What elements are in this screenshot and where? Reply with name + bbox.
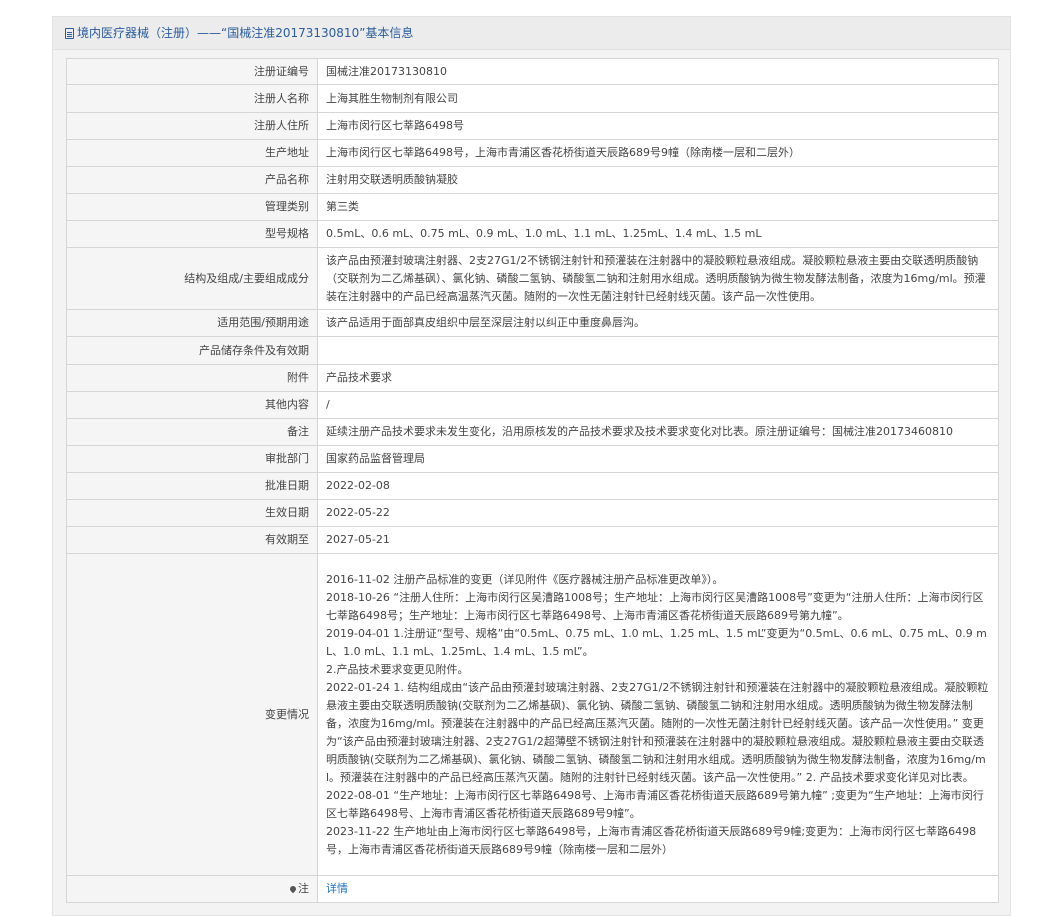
table-row: 附件 产品技术要求 <box>66 364 999 392</box>
row-label: 备注 <box>66 418 318 446</box>
row-value: 延续注册产品技术要求未发生变化，沿用原核发的产品技术要求及技术要求变化对比表。原… <box>317 418 999 446</box>
change-history-entry: 2019-04-01 1.注册证“型号、规格”由“0.5mL、0.75 mL、1… <box>326 626 987 658</box>
table-row: 型号规格 0.5mL、0.6 mL、0.75 mL、0.9 mL、1.0 mL、1… <box>66 220 999 248</box>
row-label: 管理类别 <box>66 193 318 221</box>
table-row: 备注 延续注册产品技术要求未发生变化，沿用原核发的产品技术要求及技术要求变化对比表… <box>66 418 999 446</box>
row-value: 0.5mL、0.6 mL、0.75 mL、0.9 mL、1.0 mL、1.1 m… <box>317 220 999 248</box>
info-table: 注册证编号 国械注准20173130810 注册人名称 上海其胜生物制剂有限公司 注册人… <box>66 58 999 903</box>
table-row: 有效期至 2027-05-21 <box>66 526 999 554</box>
table-row: 注册人住所 上海市闵行区七莘路6498号 <box>66 112 999 140</box>
table-row: 生产地址 上海市闵行区七莘路6498号，上海市青浦区香花桥街道天辰路689号9幢（… <box>66 139 999 167</box>
row-value: 该产品适用于面部真皮组织中层至深层注射以纠正中重度鼻唇沟。 <box>317 309 999 337</box>
row-label: 有效期至 <box>66 526 318 554</box>
document-icon <box>65 27 74 39</box>
row-label: 注册证编号 <box>66 58 318 85</box>
row-value: 注射用交联透明质酸钠凝胶 <box>317 166 999 194</box>
row-label: 批准日期 <box>66 472 318 500</box>
row-value: 该产品由预灌封玻璃注射器、2支27G1/2不锈钢注射针和预灌装在注射器中的凝胶颗… <box>317 247 999 310</box>
row-label: 产品名称 <box>66 166 318 194</box>
row-value: 国家药品监督管理局 <box>317 445 999 473</box>
change-history-entry: 2016-11-02 注册产品标准的变更（详见附件《医疗器械注册产品标准更改单》… <box>326 572 724 586</box>
change-history: 2016-11-02 注册产品标准的变更（详见附件《医疗器械注册产品标准更改单》… <box>317 553 999 876</box>
row-label: 型号规格 <box>66 220 318 248</box>
table-row: 注册证编号 国械注准20173130810 <box>66 58 999 85</box>
row-value: 国械注准20173130810 <box>317 58 999 85</box>
location-pin-icon <box>288 884 298 894</box>
row-value: 上海其胜生物制剂有限公司 <box>317 84 999 113</box>
change-history-entry: 2022-08-01 “生产地址：上海市闵行区七莘路6498号、上海市青浦区香花… <box>326 788 984 820</box>
row-label: 适用范围/预期用途 <box>66 309 318 337</box>
table-row: 产品名称 注射用交联透明质酸钠凝胶 <box>66 166 999 194</box>
change-history-entry: 2018-10-26 “注册人住所：上海市闵行区吴漕路1008号；生产地址：上海… <box>326 590 984 622</box>
table-row: 适用范围/预期用途 该产品适用于面部真皮组织中层至深层注射以纠正中重度鼻唇沟。 <box>66 309 999 337</box>
change-history-entry: 2.产品技术要求变更见附件。 <box>326 662 469 676</box>
row-value: 上海市闵行区七莘路6498号 <box>317 112 999 140</box>
row-value: / <box>317 391 999 419</box>
note-label: 注 <box>298 882 309 895</box>
row-label: 其他内容 <box>66 391 318 419</box>
row-label: 产品储存条件及有效期 <box>66 336 318 365</box>
row-value: 产品技术要求 <box>317 364 999 392</box>
change-history-entry: 2023-11-22 生产地址由上海市闵行区七莘路6498号，上海市青浦区香花桥… <box>326 824 977 856</box>
row-label: 注册人名称 <box>66 84 318 113</box>
row-value <box>317 336 999 365</box>
row-label: 附件 <box>66 364 318 392</box>
note-label-cell: 注 <box>66 875 318 903</box>
table-row: 管理类别 第三类 <box>66 193 999 221</box>
table-row: 审批部门 国家药品监督管理局 <box>66 445 999 473</box>
table-row: 批准日期 2022-02-08 <box>66 472 999 500</box>
row-label: 结构及组成/主要组成成分 <box>66 247 318 310</box>
row-label: 变更情况 <box>66 553 318 876</box>
row-label: 生效日期 <box>66 499 318 527</box>
row-value: 第三类 <box>317 193 999 221</box>
row-label: 注册人住所 <box>66 112 318 140</box>
row-value: 上海市闵行区七莘路6498号，上海市青浦区香花桥街道天辰路689号9幢（除南楼一… <box>317 139 999 167</box>
table-row: 结构及组成/主要组成成分 该产品由预灌封玻璃注射器、2支27G1/2不锈钢注射针和… <box>66 247 999 310</box>
row-label: 审批部门 <box>66 445 318 473</box>
row-value: 2022-02-08 <box>317 472 999 500</box>
registration-info-panel: 境内医疗器械（注册）——“国械注准20173130810”基本信息 注册证编号国… <box>52 16 1011 916</box>
row-value: 2022-05-22 <box>317 499 999 527</box>
note-value: 详情 <box>317 875 999 903</box>
table-row-changes: 变更情况 2016-11-02 注册产品标准的变更（详见附件《医疗器械注册产品标准… <box>66 553 999 876</box>
details-link[interactable]: 详情 <box>326 882 348 895</box>
row-label: 生产地址 <box>66 139 318 167</box>
table-row: 其他内容 / <box>66 391 999 419</box>
table-row: 生效日期 2022-05-22 <box>66 499 999 527</box>
table-row: 注册人名称 上海其胜生物制剂有限公司 <box>66 84 999 113</box>
change-history-entry: 2022-01-24 1. 结构组成由“该产品由预灌封玻璃注射器、2支27G1/… <box>326 680 989 784</box>
row-value: 2027-05-21 <box>317 526 999 554</box>
panel-header: 境内医疗器械（注册）——“国械注准20173130810”基本信息 <box>53 17 1010 50</box>
panel-title: 境内医疗器械（注册）——“国械注准20173130810”基本信息 <box>77 26 414 40</box>
table-row-note: 注 详情 <box>66 875 999 903</box>
table-row: 产品储存条件及有效期 <box>66 336 999 365</box>
